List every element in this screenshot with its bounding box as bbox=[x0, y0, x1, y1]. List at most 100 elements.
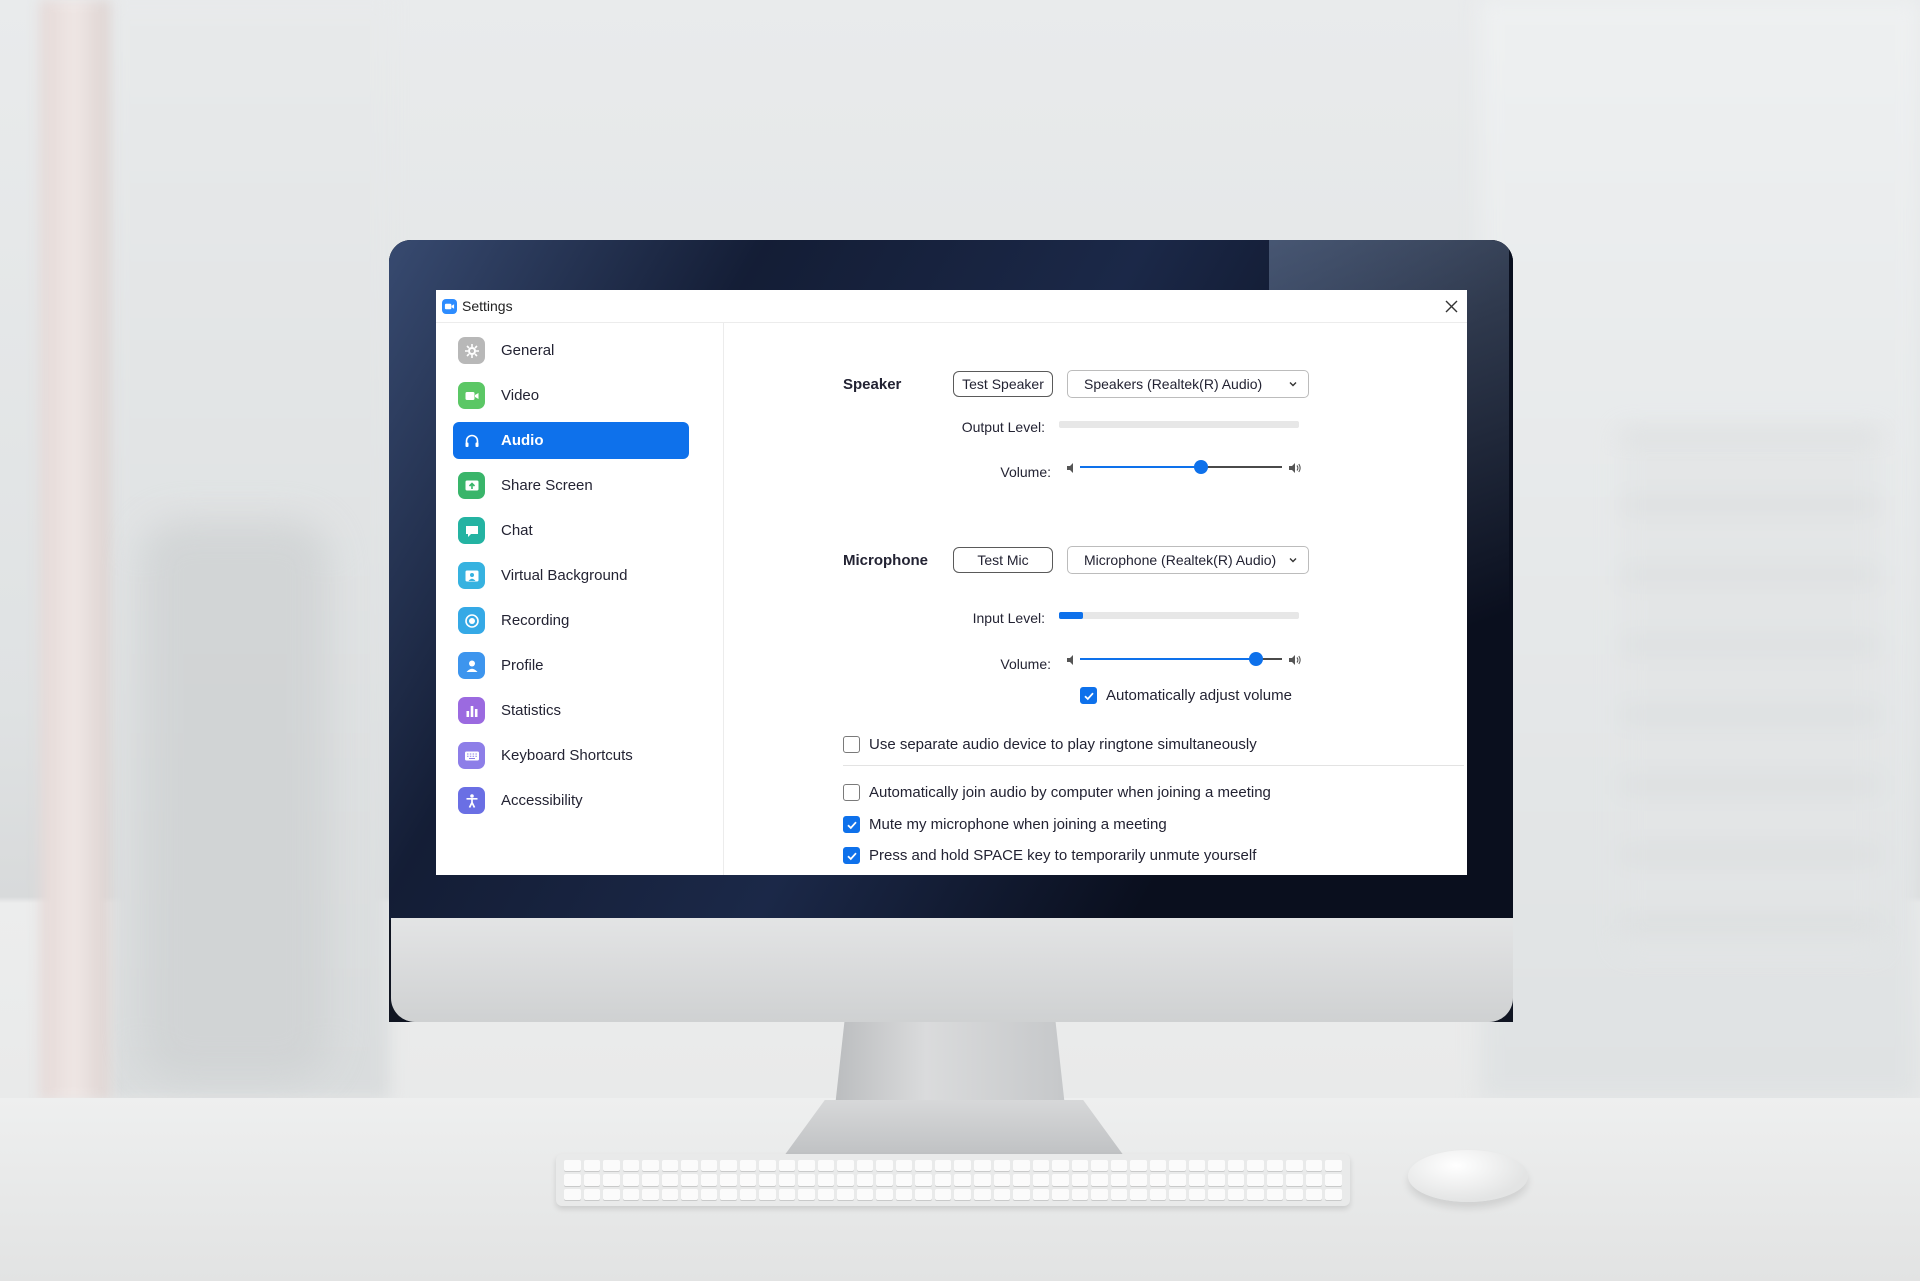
sidebar-item-general[interactable]: General bbox=[453, 332, 689, 369]
auto-adjust-volume-checkbox[interactable]: Automatically adjust volume bbox=[1080, 687, 1292, 704]
keyboard-key bbox=[1208, 1160, 1225, 1172]
keyboard-key bbox=[1149, 1174, 1167, 1186]
sidebar-item-audio[interactable]: Audio bbox=[453, 422, 689, 459]
keyboard-key bbox=[1013, 1174, 1030, 1186]
keyboard-key bbox=[1266, 1188, 1284, 1200]
keyboard-key bbox=[1247, 1160, 1264, 1172]
keyboard-key bbox=[954, 1188, 972, 1200]
checkbox-box[interactable] bbox=[843, 784, 860, 801]
sidebar-item-recording[interactable]: Recording bbox=[453, 602, 689, 639]
person-icon bbox=[458, 652, 485, 679]
keyboard-key bbox=[720, 1160, 737, 1172]
keyboard-key bbox=[1169, 1160, 1186, 1172]
keyboard-key bbox=[1071, 1160, 1089, 1172]
keyboard-key bbox=[993, 1174, 1011, 1186]
sidebar-item-share-screen[interactable]: Share Screen bbox=[453, 467, 689, 504]
checkbox-box[interactable] bbox=[843, 816, 860, 833]
keyboard-key bbox=[622, 1174, 640, 1186]
close-icon bbox=[1445, 300, 1457, 312]
keyboard-key bbox=[661, 1174, 679, 1186]
slider-fill bbox=[1080, 658, 1256, 660]
keyboard-key bbox=[681, 1160, 698, 1172]
sidebar-item-keyboard-shortcuts[interactable]: Keyboard Shortcuts bbox=[453, 737, 689, 774]
microphone-device-select[interactable]: Microphone (Realtek(R) Audio) bbox=[1067, 546, 1309, 574]
keyboard-key bbox=[934, 1174, 952, 1186]
keyboard-key bbox=[1110, 1160, 1128, 1172]
keyboard-key bbox=[661, 1188, 679, 1200]
speaker-device-select[interactable]: Speakers (Realtek(R) Audio) bbox=[1067, 370, 1309, 398]
keyboard-key bbox=[583, 1174, 601, 1186]
keyboard-key bbox=[1110, 1188, 1128, 1200]
keyboard-key bbox=[876, 1174, 893, 1186]
sidebar-item-profile[interactable]: Profile bbox=[453, 647, 689, 684]
keyboard-key bbox=[1325, 1174, 1342, 1186]
background-shelf bbox=[1620, 430, 1880, 950]
keyboard-key bbox=[934, 1188, 952, 1200]
speaker-volume-slider[interactable] bbox=[1080, 457, 1282, 477]
sidebar-item-virtual-background[interactable]: Virtual Background bbox=[453, 557, 689, 594]
keyboard-key bbox=[739, 1160, 757, 1172]
title-bar: Settings bbox=[436, 290, 1467, 323]
keyboard-key bbox=[1227, 1174, 1245, 1186]
sidebar-item-accessibility[interactable]: Accessibility bbox=[453, 782, 689, 819]
keyboard-key bbox=[817, 1160, 835, 1172]
keyboard-key bbox=[778, 1174, 796, 1186]
keyboard-key bbox=[681, 1188, 698, 1200]
slider-thumb[interactable] bbox=[1248, 652, 1263, 666]
record-icon bbox=[458, 607, 485, 634]
keyboard-key bbox=[1130, 1174, 1147, 1186]
settings-sidebar: General Video Audio Share Screen Chat Virtual… bbox=[436, 323, 724, 875]
volume-high-icon bbox=[1289, 655, 1301, 665]
keyboard-key bbox=[1052, 1174, 1069, 1186]
keyboard-key bbox=[1032, 1188, 1050, 1200]
keyboard-key bbox=[1071, 1174, 1089, 1186]
sidebar-item-video[interactable]: Video bbox=[453, 377, 689, 414]
keyboard-key bbox=[1013, 1160, 1030, 1172]
person-background-icon bbox=[458, 562, 485, 589]
keyboard-key bbox=[720, 1174, 737, 1186]
keyboard-key bbox=[700, 1174, 718, 1186]
audio-settings-panel: Speaker Test Speaker Speakers (Realtek(R… bbox=[725, 323, 1467, 875]
keyboard-key bbox=[603, 1174, 620, 1186]
keyboard-key bbox=[1208, 1174, 1225, 1186]
keyboard-key bbox=[661, 1160, 679, 1172]
test-mic-button[interactable]: Test Mic bbox=[953, 547, 1053, 573]
keyboard-key bbox=[895, 1188, 913, 1200]
keyboard-key bbox=[876, 1160, 893, 1172]
keyboard-key bbox=[1149, 1188, 1167, 1200]
test-speaker-button[interactable]: Test Speaker bbox=[953, 371, 1053, 397]
checkbox-box[interactable] bbox=[1080, 687, 1097, 704]
keyboard-key bbox=[974, 1174, 991, 1186]
keyboard-key bbox=[1169, 1188, 1186, 1200]
keyboard-key bbox=[564, 1160, 581, 1172]
sidebar-item-label: Accessibility bbox=[501, 792, 583, 809]
close-button[interactable] bbox=[1441, 296, 1461, 316]
keyboard-key bbox=[700, 1188, 718, 1200]
keyboard-key bbox=[1286, 1160, 1303, 1172]
auto-join-audio-checkbox[interactable]: Automatically join audio by computer whe… bbox=[843, 784, 1271, 801]
mute-mic-on-join-checkbox[interactable]: Mute my microphone when joining a meetin… bbox=[843, 816, 1167, 833]
separate-ringtone-device-checkbox[interactable]: Use separate audio device to play ringto… bbox=[843, 736, 1257, 753]
checkbox-box[interactable] bbox=[843, 847, 860, 864]
sidebar-item-label: General bbox=[501, 342, 555, 359]
keyboard-key bbox=[1091, 1188, 1108, 1200]
mic-volume-label: Volume: bbox=[1000, 656, 1051, 672]
keyboard-key bbox=[1227, 1188, 1245, 1200]
keyboard-key bbox=[1130, 1160, 1147, 1172]
keyboard-key bbox=[642, 1174, 659, 1186]
volume-high-icon bbox=[1289, 463, 1301, 473]
space-to-unmute-checkbox[interactable]: Press and hold SPACE key to temporarily … bbox=[843, 847, 1256, 864]
keyboard-key bbox=[1208, 1188, 1225, 1200]
input-level-meter bbox=[1059, 612, 1299, 619]
keyboard-key bbox=[720, 1188, 737, 1200]
keyboard-key bbox=[778, 1160, 796, 1172]
checkbox-box[interactable] bbox=[843, 736, 860, 753]
bar-chart-icon bbox=[458, 697, 485, 724]
auto-adjust-volume-label: Automatically adjust volume bbox=[1106, 687, 1292, 704]
keyboard-key bbox=[1188, 1160, 1206, 1172]
sidebar-item-statistics[interactable]: Statistics bbox=[453, 692, 689, 729]
option-label: Mute my microphone when joining a meetin… bbox=[869, 816, 1167, 833]
mic-volume-slider[interactable] bbox=[1080, 649, 1282, 669]
slider-thumb[interactable] bbox=[1194, 460, 1209, 474]
sidebar-item-chat[interactable]: Chat bbox=[453, 512, 689, 549]
